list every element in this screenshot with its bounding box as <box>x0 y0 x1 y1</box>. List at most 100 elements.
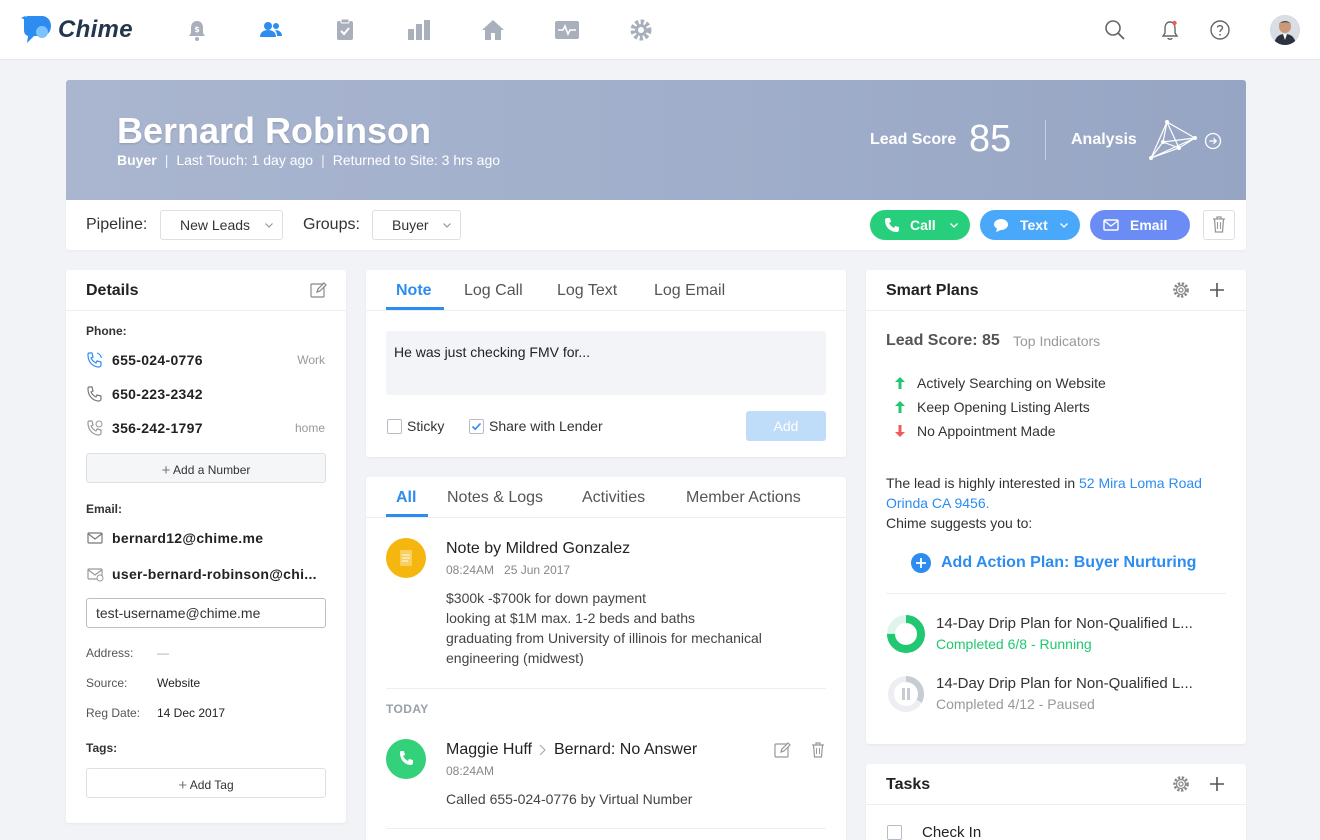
phone-icon <box>885 218 899 232</box>
phone-number[interactable]: 356-242-1797 <box>112 420 203 436</box>
note-title: Note by Mildred Gonzalez <box>446 540 631 557</box>
chevron-down-icon <box>950 223 958 228</box>
indicator: Keep Opening Listing Alerts <box>917 399 1090 415</box>
phone-blocked-icon <box>87 420 103 436</box>
activity-icon[interactable] <box>554 18 579 42</box>
tab-activities[interactable]: Activities <box>582 489 645 507</box>
note-line: $300k -$700k for down payment <box>446 590 647 606</box>
note-textarea[interactable]: He was just checking FMV for... <box>386 331 826 395</box>
delete-lead-button[interactable] <box>1203 210 1235 240</box>
interest-text: The lead is highly interested in 52 Mira… <box>886 473 1226 513</box>
smart-plans-card: Smart Plans Lead Score: 85 Top Indicator… <box>866 270 1246 744</box>
note-time-value: 08:24AM <box>446 563 495 577</box>
note-card: Note Log Call Log Text Log Email He was … <box>366 270 846 457</box>
text-button[interactable]: Text <box>980 210 1080 240</box>
address-value: — <box>157 646 169 660</box>
home-icon[interactable] <box>481 18 505 42</box>
chevron-down-icon <box>443 223 451 228</box>
add-tag-button[interactable]: + Add Tag <box>86 768 326 798</box>
help-icon[interactable] <box>1208 18 1232 42</box>
arrow-down-icon <box>895 425 905 437</box>
check-icon <box>471 422 482 431</box>
groups-label: Groups: <box>303 216 360 233</box>
tab-log-call[interactable]: Log Call <box>464 282 523 300</box>
note-body: $300k -$700k for down payment looking at… <box>446 588 816 668</box>
gear-icon[interactable] <box>1172 281 1190 299</box>
plus-icon[interactable] <box>1208 775 1226 793</box>
analysis-label[interactable]: Analysis <box>1071 131 1137 149</box>
tab-log-text[interactable]: Log Text <box>557 282 617 300</box>
sticky-label: Sticky <box>407 418 445 434</box>
plus-icon[interactable] <box>1208 281 1226 299</box>
edit-icon[interactable] <box>309 281 327 299</box>
envelope-icon <box>87 532 103 544</box>
notification-bell-icon[interactable] <box>1158 18 1182 42</box>
note-line: graduating from University of illinois f… <box>446 630 762 666</box>
call-button[interactable]: Call <box>870 210 970 240</box>
arrow-circle-right-icon[interactable] <box>1204 132 1222 150</box>
chevron-right-icon <box>539 744 546 756</box>
phone-number[interactable]: 650-223-2342 <box>112 386 203 402</box>
email-address[interactable]: bernard12@chime.me <box>112 530 263 546</box>
details-card: Details Phone: 655-024-0776 Work 650-223… <box>66 270 346 823</box>
add-number-label: Add a Number <box>173 463 251 477</box>
phone-number[interactable]: 655-024-0776 <box>112 352 203 368</box>
email-address[interactable]: user-bernard-robinson@chi... <box>112 566 322 582</box>
tab-member-actions[interactable]: Member Actions <box>686 489 801 507</box>
add-note-button[interactable]: Add <box>746 411 826 441</box>
chime-logo-icon <box>21 16 51 43</box>
share-with-lender-checkbox[interactable] <box>469 419 484 434</box>
plan-progress-ring-paused <box>888 676 924 712</box>
smart-plans-title: Smart Plans <box>886 282 979 299</box>
trash-icon[interactable] <box>809 741 827 759</box>
lead-type: Buyer <box>117 152 157 168</box>
bar-chart-icon[interactable] <box>407 18 431 42</box>
task-label: Check In <box>922 824 982 840</box>
top-nav: Chime $ <box>0 0 1320 60</box>
sticky-checkbox[interactable] <box>387 419 402 434</box>
clipboard-check-icon[interactable] <box>333 18 357 42</box>
task-checkbox[interactable] <box>887 825 902 840</box>
details-title: Details <box>86 282 139 299</box>
gear-icon[interactable] <box>629 18 653 42</box>
edit-icon[interactable] <box>773 741 791 759</box>
plus-icon: + <box>178 777 188 794</box>
tab-note[interactable]: Note <box>396 282 432 300</box>
share-with-lender-label: Share with Lender <box>489 418 603 434</box>
phone-wave-icon <box>87 352 103 368</box>
chat-bubble-icon <box>994 219 1008 232</box>
plan-name[interactable]: 14-Day Drip Plan for Non-Qualified L... <box>936 675 1226 692</box>
divider <box>66 310 346 311</box>
tab-notes-logs[interactable]: Notes & Logs <box>447 489 543 507</box>
add-action-plan-button[interactable]: Add Action Plan: Buyer Nurturing <box>910 552 1196 574</box>
avatar[interactable] <box>1270 15 1300 45</box>
lead-score-value: 85 <box>969 118 1012 160</box>
pipeline-select[interactable]: New Leads <box>160 210 283 240</box>
email-label: Email <box>1130 217 1168 233</box>
add-number-button[interactable]: + Add a Number <box>86 453 326 483</box>
people-icon[interactable] <box>258 18 282 42</box>
chime-logo[interactable]: Chime <box>20 14 133 46</box>
tab-log-email[interactable]: Log Email <box>654 282 725 300</box>
reg-date-label: Reg Date: <box>86 706 141 720</box>
divider <box>366 517 846 518</box>
today-label: TODAY <box>386 702 429 716</box>
plus-circle-icon <box>911 553 931 573</box>
source-value: Website <box>157 676 201 690</box>
call-from[interactable]: Maggie Huff <box>446 741 532 759</box>
network-graph-icon[interactable] <box>1149 118 1199 162</box>
tab-all[interactable]: All <box>396 489 416 507</box>
call-log-title: Maggie Huff Bernard: No Answer <box>446 741 697 759</box>
call-label: Call <box>910 217 936 233</box>
email-field[interactable]: test-username@chime.me <box>86 598 326 628</box>
search-icon[interactable] <box>1103 18 1127 42</box>
chevron-down-icon <box>265 223 273 228</box>
gear-icon[interactable] <box>1172 775 1190 793</box>
indicator: No Appointment Made <box>917 423 1056 439</box>
top-indicators-label: Top Indicators <box>1013 333 1101 349</box>
email-button[interactable]: Email <box>1090 210 1190 240</box>
note-date-value: 25 Jun 2017 <box>504 563 571 577</box>
bell-dollar-icon[interactable]: $ <box>185 18 209 42</box>
groups-select[interactable]: Buyer <box>372 210 461 240</box>
plan-name[interactable]: 14-Day Drip Plan for Non-Qualified L... <box>936 615 1226 632</box>
